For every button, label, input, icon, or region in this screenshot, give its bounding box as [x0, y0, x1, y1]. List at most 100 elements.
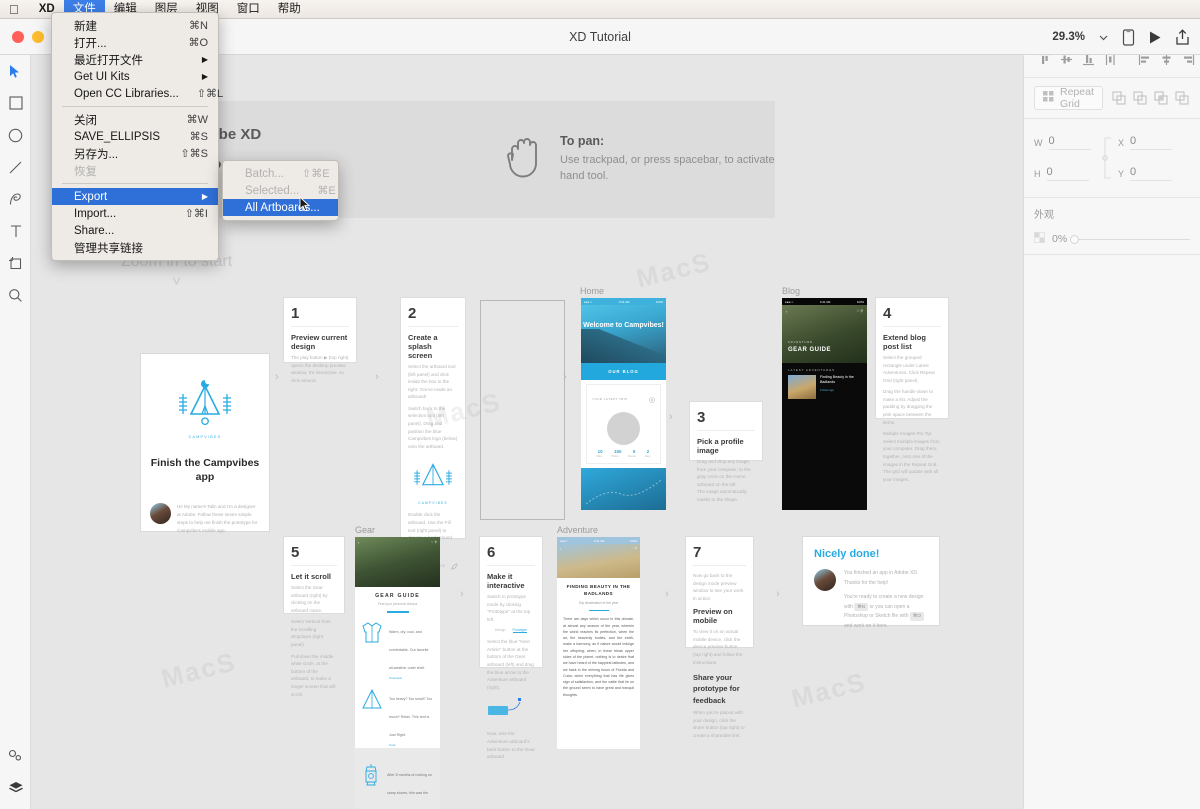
apple-logo-icon[interactable]: 	[0, 0, 30, 19]
play-preview-icon[interactable]	[1148, 30, 1162, 45]
header-icons[interactable]: ♡ ⚲	[631, 546, 637, 550]
design-tab[interactable]: Design	[495, 628, 506, 633]
select-tool[interactable]	[0, 55, 31, 87]
artboard-label-gear[interactable]: Gear	[355, 525, 375, 535]
menubar-item-help[interactable]: 帮助	[269, 0, 310, 19]
blog-hero-title: GEAR GUIDE	[788, 347, 831, 353]
ellipse-tool[interactable]	[0, 119, 31, 151]
gear-item[interactable]: Warm, dry, cool, and comfortable. Our fa…	[361, 620, 434, 680]
menu-label: 新建	[74, 18, 97, 34]
step-card-3[interactable]: 3 Pick a profile image Drag and drop any…	[690, 402, 762, 460]
menu-item-open-cc-libraries[interactable]: Open CC Libraries... ⇧⌘L	[52, 85, 218, 102]
layers-stack-icon[interactable]	[0, 771, 31, 803]
assets-icon[interactable]	[0, 739, 31, 771]
opacity-slider[interactable]	[1074, 239, 1190, 240]
back-arrow-icon[interactable]: ‹	[786, 309, 787, 314]
done-paragraph-1: You finished an app in Adobe XD. Thanks …	[844, 569, 928, 588]
home-hero-title: Welcome to Campvibes!	[581, 322, 666, 331]
our-blog-button[interactable]: OUR BLOG	[581, 363, 666, 380]
repeat-grid-button[interactable]: Repeat Grid	[1034, 86, 1103, 110]
menu-item-recent-files[interactable]: 最近打开文件 ▶	[52, 51, 218, 68]
export-submenu[interactable]: Batch... ⇧⌘E Selected... ⌘E All Artboard…	[222, 160, 339, 221]
menu-item-save[interactable]: SAVE_ELLIPSIS ⌘S	[52, 128, 218, 145]
step-heading: Pick a profile image	[697, 437, 755, 455]
header-icons[interactable]: ♡ ⚲	[431, 540, 437, 544]
share-export-icon[interactable]	[1175, 29, 1190, 46]
empty-artboard-placeholder[interactable]	[480, 300, 565, 520]
artboard-blog[interactable]: ●●●○○9:41 AM100% ‹ ♡ ⚲ ADVENTURE GEAR GU…	[782, 298, 867, 510]
watermark: MacS	[788, 666, 869, 714]
text-t-icon[interactable]	[0, 215, 31, 247]
artboard-label-blog[interactable]: Blog	[782, 286, 800, 296]
intersect-shape-icon[interactable]	[1153, 90, 1170, 107]
menu-item-open[interactable]: 打开... ⌘O	[52, 34, 218, 51]
gear-item[interactable]: After 6 months of rocking on camp stoves…	[355, 755, 440, 809]
chevron-down-icon[interactable]	[1098, 32, 1109, 43]
x-value[interactable]: 0	[1130, 135, 1172, 150]
menu-item-close[interactable]: 关闭 ⌘W	[52, 111, 218, 128]
step-number: 1	[291, 305, 349, 322]
properties-panel: Repeat Grid W 0 H	[1023, 41, 1200, 809]
artboard-tool[interactable]	[0, 247, 31, 279]
menubar-item-window[interactable]: 窗口	[228, 0, 269, 19]
file-dropdown-menu[interactable]: 新建 ⌘N 打开... ⌘O 最近打开文件 ▶ Get UI Kits ▶ Op…	[51, 12, 219, 261]
step-card-7[interactable]: 7 Now go back to the design mode preview…	[686, 537, 753, 647]
link-aspect-ratio-icon[interactable]	[1102, 135, 1112, 181]
magnifier-icon[interactable]	[0, 279, 31, 311]
step-heading: Create a splash screen	[408, 333, 458, 360]
step-card-2[interactable]: 2 Create a splash screen Select the artb…	[401, 298, 465, 538]
step-heading: Let it scroll	[291, 572, 337, 581]
header-icons[interactable]: ♡ ⚲	[857, 309, 863, 313]
menu-item-export[interactable]: Export ▶	[52, 188, 218, 205]
artboard-home[interactable]: ●●●○○9:41 AM100% Welcome to Campvibes! O…	[581, 298, 666, 510]
y-value[interactable]: 0	[1130, 166, 1172, 181]
gear-scroll-extension[interactable]: After 6 months of rocking on camp stoves…	[355, 748, 440, 809]
close-icon[interactable]	[649, 390, 655, 408]
menu-item-share[interactable]: Share...	[52, 222, 218, 239]
menu-item-save-as[interactable]: 另存为... ⇧⌘S	[52, 145, 218, 162]
width-value[interactable]: 0	[1049, 135, 1091, 150]
menu-item-manage-shared-links[interactable]: 管理共享链接	[52, 239, 218, 256]
menu-item-new[interactable]: 新建 ⌘N	[52, 17, 218, 34]
y-field[interactable]: Y 0	[1118, 166, 1180, 181]
done-card[interactable]: Nicely done! You finished an app in Adob…	[803, 537, 939, 625]
menu-item-get-ui-kits[interactable]: Get UI Kits ▶	[52, 68, 218, 85]
back-arrow-icon[interactable]: ‹	[358, 540, 359, 545]
line-tool[interactable]	[0, 151, 31, 183]
menu-label: SAVE_ELLIPSIS	[74, 131, 160, 143]
add-shape-icon[interactable]	[1111, 90, 1128, 107]
xd-application-window:  XD 文件 编辑 图层 视图 窗口 帮助 XD Tutorial 29.3%	[0, 0, 1200, 809]
appearance-title: 外观	[1034, 206, 1190, 221]
subtract-shape-icon[interactable]	[1132, 90, 1149, 107]
step-card-4[interactable]: 4 Extend blog post list Select the group…	[876, 298, 948, 418]
mobile-device-icon[interactable]	[1122, 29, 1135, 46]
rectangle-tool[interactable]	[0, 87, 31, 119]
post-meta: 3 hours ago	[820, 389, 861, 392]
artboard-label-home[interactable]: Home	[580, 286, 604, 296]
zoom-level-value[interactable]: 29.3%	[1052, 31, 1085, 43]
artboard-label-adventure[interactable]: Adventure	[557, 525, 598, 535]
artboard-gear[interactable]: ‹ ♡ ⚲ GEAR GUIDE Find your personal sher…	[355, 537, 440, 748]
artboard-adventure[interactable]: ●●●○○9:41 AM100% ‹ ♡ ⚲ FINDING BEAUTY IN…	[557, 537, 640, 749]
height-value[interactable]: 0	[1047, 166, 1089, 181]
intro-artboard[interactable]: CAMPVIBES Finish the Campvibes app Hi! M…	[141, 354, 269, 531]
height-field[interactable]: H 0	[1034, 166, 1096, 181]
banner-pan-heading: To pan:	[560, 134, 775, 148]
gear-title: GEAR GUIDE	[361, 593, 434, 599]
x-field[interactable]: X 0	[1118, 135, 1180, 150]
exclude-overlap-icon[interactable]	[1174, 90, 1191, 107]
width-field[interactable]: W 0	[1034, 135, 1096, 150]
profile-image-placeholder[interactable]	[607, 412, 640, 445]
pen-tool[interactable]	[0, 183, 31, 215]
lantern-icon	[361, 763, 381, 792]
submenu-item-all-artboards[interactable]: All Artboards...	[223, 199, 338, 216]
prototype-tab[interactable]: Prototype	[513, 628, 528, 633]
menu-item-import[interactable]: Import... ⇧⌘I	[52, 205, 218, 222]
back-arrow-icon[interactable]: ‹	[560, 546, 561, 551]
step-card-5[interactable]: 5 Let it scroll Select the Gear artboard…	[284, 537, 344, 613]
blog-post-row[interactable]: Finding Beauty in the Badlands 3 hours a…	[782, 375, 867, 399]
opacity-value[interactable]: 0%	[1052, 233, 1067, 245]
gear-item[interactable]: Too heavy? Too small? Too much? Relax. T…	[361, 687, 434, 747]
step-card-1[interactable]: 1 Preview current design The play button…	[284, 298, 356, 362]
step-card-6[interactable]: 6 Make it interactive Switch to prototyp…	[480, 537, 542, 667]
